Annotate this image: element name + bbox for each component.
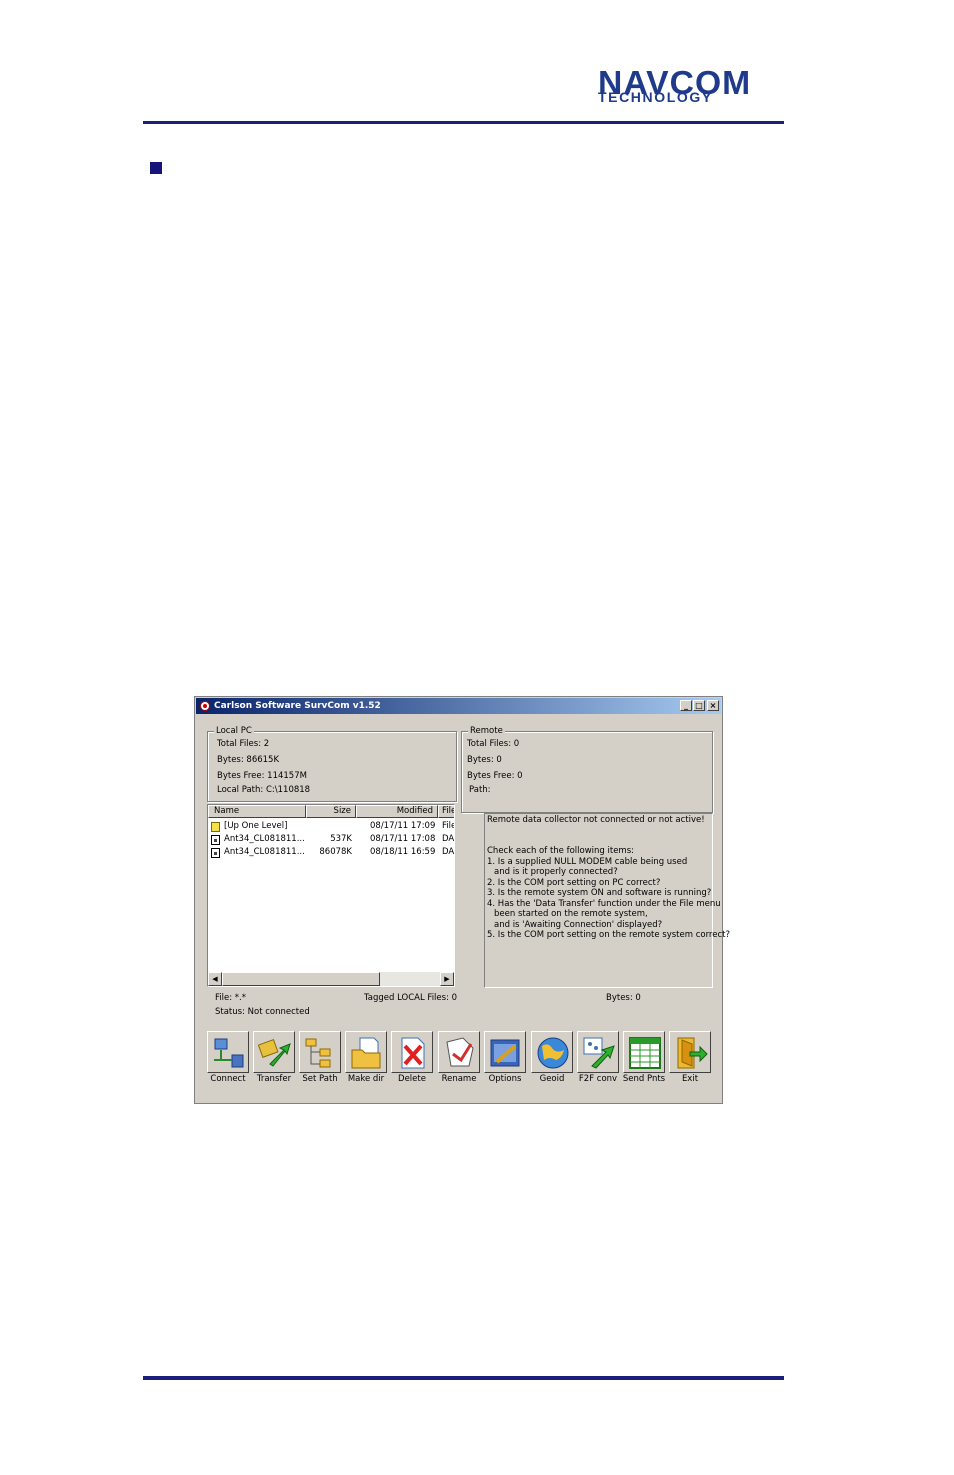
local-bytes-free: Bytes Free: 114157M (217, 771, 307, 781)
geoid-label: Geoid (539, 1074, 565, 1084)
title-bar[interactable]: Carlson Software SurvCom v1.52 _ □ × (196, 698, 721, 714)
options-button[interactable] (484, 1031, 526, 1073)
remote-total-files: Total Files: 0 (467, 739, 520, 749)
transfer-label: Transfer (256, 1074, 292, 1084)
column-header-name[interactable]: Name (208, 805, 306, 818)
transfer-button[interactable] (253, 1031, 295, 1073)
window-title: Carlson Software SurvCom v1.52 (214, 701, 381, 711)
local-pc-legend: Local PC (214, 726, 254, 737)
f2f-conv-button[interactable] (577, 1031, 619, 1073)
status-bytes: Bytes: 0 (606, 993, 641, 1003)
message-line: Check each of the following items: (487, 846, 635, 856)
local-file-list[interactable]: Name Size Modified File [Up One Level] 0… (207, 804, 455, 987)
remote-bytes-free: Bytes Free: 0 (467, 771, 523, 781)
status-tagged-files: Tagged LOCAL Files: 0 (364, 993, 458, 1003)
message-line: and is it properly connected? (494, 867, 618, 877)
geoid-icon (537, 1037, 569, 1069)
delete-icon (401, 1037, 425, 1069)
make-dir-label: Make dir (347, 1074, 385, 1084)
row-modified: 08/17/11 17:08 (370, 834, 436, 844)
geoid-button[interactable] (531, 1031, 573, 1073)
connect-button[interactable] (207, 1031, 249, 1073)
remote-path: Path: (469, 785, 491, 795)
row-size: 86078K (319, 847, 352, 857)
column-header-size[interactable]: Size (306, 805, 356, 818)
file-icon (211, 848, 220, 858)
remote-bytes: Bytes: 0 (467, 755, 502, 765)
scroll-right-icon[interactable]: ▶ (440, 972, 454, 986)
table-row[interactable]: Ant34_CL081811... 537K 08/17/11 17:08 DA (208, 833, 455, 846)
make-dir-icon (351, 1037, 381, 1069)
row-name: Ant34_CL081811... (224, 834, 305, 844)
logo-line-2: TECHNOLOGY (598, 89, 713, 105)
horizontal-scrollbar[interactable]: ◀ ▶ (208, 972, 454, 986)
exit-button[interactable] (669, 1031, 711, 1073)
row-name: [Up One Level] (224, 821, 288, 831)
message-line: 3. Is the remote system ON and software … (487, 888, 712, 898)
row-modified: 08/18/11 16:59 (370, 847, 436, 857)
header-rule (143, 121, 784, 124)
set-path-icon (305, 1038, 331, 1068)
send-pnts-button[interactable] (623, 1031, 665, 1073)
send-pnts-label: Send Pnts (622, 1074, 666, 1084)
local-path: Local Path: C:\110818 (217, 785, 311, 795)
maximize-button[interactable]: □ (693, 700, 705, 711)
column-header-modified[interactable]: Modified (356, 805, 438, 818)
connect-label: Connect (210, 1074, 246, 1084)
transfer-icon (258, 1038, 291, 1067)
connect-icon (214, 1038, 244, 1068)
column-header-file[interactable]: File (438, 805, 454, 818)
local-total-files: Total Files: 2 (217, 739, 270, 749)
remote-legend: Remote (468, 726, 505, 737)
send-pnts-icon (629, 1037, 661, 1069)
bullet-square-icon (150, 162, 162, 174)
status-file-filter: File: *.* (215, 993, 246, 1003)
row-size: 537K (330, 834, 352, 844)
connection-message-panel: Remote data collector not connected or n… (484, 813, 730, 988)
rename-icon (446, 1037, 474, 1067)
table-row[interactable]: Ant34_CL081811... 86078K 08/18/11 16:59 … (208, 846, 455, 859)
file-icon (211, 835, 220, 845)
delete-button[interactable] (391, 1031, 433, 1073)
message-line: been started on the remote system, (494, 909, 648, 919)
rename-button[interactable] (438, 1031, 480, 1073)
rename-label: Rename (441, 1074, 477, 1084)
message-line: 5. Is the COM port setting on the remote… (487, 930, 730, 940)
message-line: Remote data collector not connected or n… (487, 815, 705, 825)
exit-icon (677, 1037, 708, 1069)
row-type: DA (442, 847, 455, 857)
options-icon (490, 1039, 520, 1067)
close-button[interactable]: × (707, 700, 719, 711)
row-modified: 08/17/11 17:09 (370, 821, 436, 831)
navcom-logo: NAVCOM TECHNOLOGY (596, 66, 784, 105)
row-type: File (442, 821, 455, 831)
minimize-button[interactable]: _ (680, 700, 692, 711)
survcom-window: Carlson Software SurvCom v1.52 _ □ × Loc… (194, 696, 730, 1104)
footer-rule (143, 1376, 784, 1380)
scroll-left-icon[interactable]: ◀ (208, 972, 222, 986)
folder-up-icon (211, 822, 220, 832)
status-connection: Status: Not connected (215, 1007, 310, 1017)
row-type: DA (442, 834, 455, 844)
table-row[interactable]: [Up One Level] 08/17/11 17:09 File (208, 820, 455, 833)
f2f-conv-icon (583, 1037, 615, 1069)
set-path-button[interactable] (299, 1031, 341, 1073)
f2f-conv-label: F2F conv (578, 1074, 618, 1084)
delete-label: Delete (398, 1074, 426, 1084)
make-dir-button[interactable] (345, 1031, 387, 1073)
options-label: Options (488, 1074, 522, 1084)
app-icon (200, 701, 210, 711)
row-name: Ant34_CL081811... (224, 847, 305, 857)
scroll-thumb[interactable] (222, 972, 380, 986)
local-bytes: Bytes: 86615K (217, 755, 280, 765)
exit-label: Exit (681, 1074, 699, 1084)
set-path-label: Set Path (302, 1074, 338, 1084)
